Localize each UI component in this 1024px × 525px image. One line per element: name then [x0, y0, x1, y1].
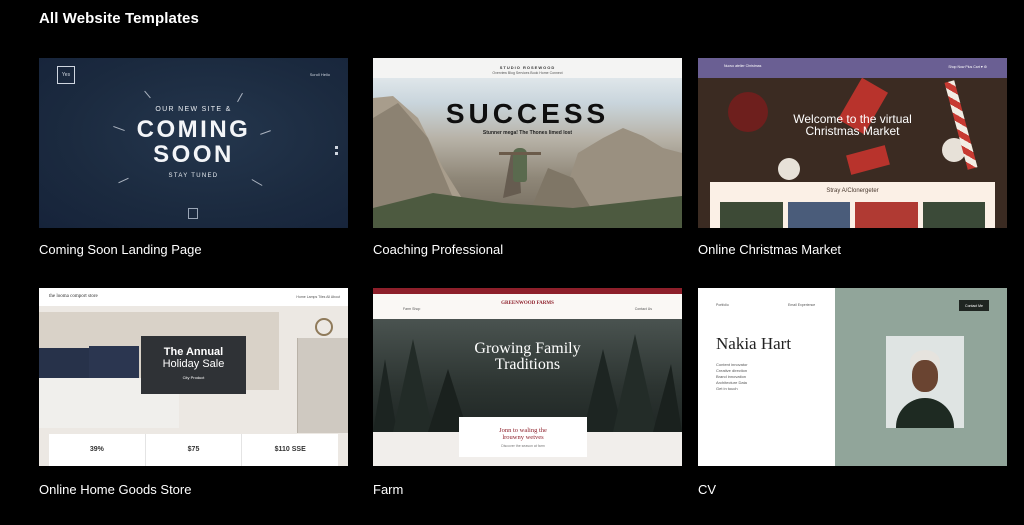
- template-name[interactable]: Coaching Professional: [373, 242, 682, 257]
- nav-left: Portfolio: [716, 303, 729, 307]
- contact-button[interactable]: Contact Me: [959, 300, 989, 311]
- stat-2: $75: [146, 434, 243, 466]
- template-card-coaching-professional[interactable]: STUDIO ROSEWOOD Overview Blog Services B…: [373, 58, 682, 257]
- template-name[interactable]: Online Christmas Market: [698, 242, 1007, 257]
- brand-name: the looma comport store: [49, 294, 98, 299]
- hero-heading: SUCCESS: [445, 98, 610, 129]
- mountains-image: [373, 96, 682, 228]
- nav-left: Farm Shop: [403, 307, 421, 311]
- logo: Yes: [57, 66, 75, 84]
- nav-links: Email Experience: [788, 303, 816, 307]
- template-card-cv[interactable]: Portfolio Email Experience Contact Me Na…: [698, 288, 1007, 497]
- intro-title: Jonn to waling the lrouwny wetves: [499, 427, 547, 441]
- brand-name: GREENWOOD FARMS: [501, 301, 554, 306]
- stat-3: $110 SSE: [274, 446, 306, 453]
- intro-subtitle: Discover the season at farm: [501, 444, 545, 448]
- template-card-coming-soon[interactable]: Yes Scroll Hello OUR NEW SITE & COMING S…: [39, 58, 348, 257]
- stats-strip: 39% $75 $110 SSE: [49, 434, 338, 466]
- profile-details: Content innovator Creative direction Bra…: [716, 362, 748, 391]
- template-card-christmas-market[interactable]: Nuovo atelier Christmas Shop Now Plus Ca…: [698, 58, 1007, 257]
- template-thumbnail[interactable]: the looma comport store Home Lamps Tiles…: [39, 288, 348, 466]
- stat-1: 39%: [49, 434, 146, 466]
- template-card-farm[interactable]: GREENWOOD FARMS Farm Shop Contact Us Gro…: [373, 288, 682, 497]
- sale-subtitle: Holiday Sale: [162, 358, 225, 370]
- hero-subheading: Stunner mega! The Thones limed lost: [482, 130, 573, 136]
- intro-card: Jonn to waling the lrouwny wetves Discov…: [459, 417, 587, 457]
- nav-links: Shop Now Plus Cart ♥ ⚙: [948, 65, 987, 69]
- hero-heading: Welcome to the virtual Christmas Market: [793, 112, 912, 138]
- sale-banner[interactable]: The Annual Holiday Sale City Product: [141, 336, 246, 394]
- template-thumbnail[interactable]: STUDIO ROSEWOOD Overview Blog Services B…: [373, 58, 682, 228]
- product-tiles: [720, 202, 985, 228]
- pre-heading: OUR NEW SITE &: [155, 106, 232, 113]
- portrait-image: [886, 336, 964, 428]
- template-card-home-goods[interactable]: the looma comport store Home Lamps Tiles…: [39, 288, 348, 497]
- template-thumbnail[interactable]: Nuovo atelier Christmas Shop Now Plus Ca…: [698, 58, 1007, 228]
- template-name[interactable]: Farm: [373, 482, 682, 497]
- template-name[interactable]: Online Home Goods Store: [39, 482, 348, 497]
- header-bar: GREENWOOD FARMS Farm Shop Contact Us: [373, 294, 682, 319]
- nav-right: Contact Us: [634, 307, 652, 311]
- content-panel: Stray A/Clonergeter: [710, 182, 995, 228]
- template-name[interactable]: Coming Soon Landing Page: [39, 242, 348, 257]
- coming-heading: COMING: [136, 116, 251, 143]
- hero-heading: Growing Family Traditions: [474, 340, 581, 373]
- template-thumbnail[interactable]: GREENWOOD FARMS Farm Shop Contact Us Gro…: [373, 288, 682, 466]
- template-name[interactable]: CV: [698, 482, 1007, 497]
- template-thumbnail[interactable]: Yes Scroll Hello OUR NEW SITE & COMING S…: [39, 58, 348, 228]
- sale-title: The Annual: [163, 346, 224, 358]
- page-title: All Website Templates: [39, 10, 199, 27]
- person-name: Nakia Hart: [716, 334, 792, 353]
- nav-links: Home Lamps Tiles All About: [296, 295, 340, 299]
- mail-icon: [188, 208, 198, 219]
- soon-heading: SOON: [153, 141, 234, 168]
- sub-heading: STAY TUNED: [168, 173, 219, 179]
- template-thumbnail[interactable]: Portfolio Email Experience Contact Me Na…: [698, 288, 1007, 466]
- panel-title: Stray A/Clonergeter: [826, 188, 879, 194]
- sale-caption: City Product: [182, 375, 205, 380]
- logo: Nuovo atelier Christmas: [724, 64, 762, 68]
- forest-image: [373, 319, 682, 432]
- slider-dots: [335, 146, 338, 158]
- nav-links: Scroll Hello: [309, 72, 330, 77]
